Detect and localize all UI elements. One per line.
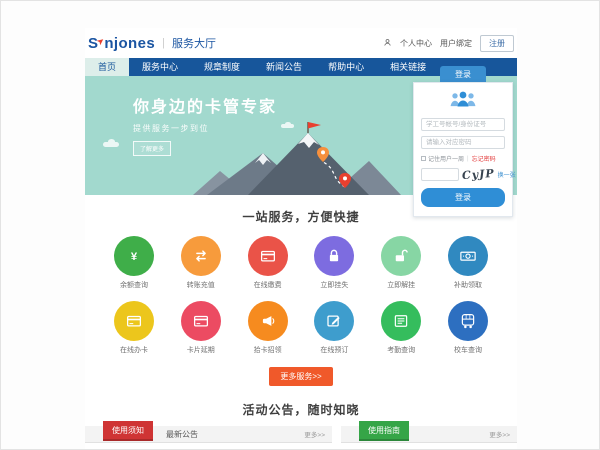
service-label: 在线缴费 [239, 280, 297, 290]
service-label: 拾卡招领 [239, 345, 297, 355]
services-row-1: ¥ 余额查询转账充值在线缴费立即挂失立即解挂补助领取 [85, 236, 517, 290]
services-section: 一站服务，方便快捷 ¥余额查询转账充值在线缴费立即挂失立即解挂补助领取 在线办卡… [85, 195, 517, 386]
site-container: S➤njones | 服务大厅 个人中心 用户绑定 注册 首页服务中心规章制度新… [85, 28, 517, 450]
hero-cta-button[interactable]: 了解更多 [133, 141, 171, 156]
captcha-input[interactable] [421, 168, 459, 181]
service-item[interactable]: 拾卡招领 [239, 301, 297, 355]
hero-banner: 你身边的卡管专家 提供服务一步到位 了解更多 [85, 76, 517, 195]
service-item[interactable]: 考勤查询 [372, 301, 430, 355]
edit-icon [314, 301, 354, 341]
personal-center-link[interactable]: 个人中心 [400, 38, 432, 49]
lock-icon [314, 236, 354, 276]
left-more-link[interactable]: 更多>> [304, 429, 325, 439]
forgot-password-link[interactable]: 忘记密码 [472, 154, 496, 163]
service-item[interactable]: ¥ 余额查询 [105, 236, 163, 290]
service-label: 余额查询 [105, 280, 163, 290]
hero-title: 你身边的卡管专家 [133, 93, 277, 117]
users-icon [421, 90, 505, 113]
hero-text: 你身边的卡管专家 提供服务一步到位 了解更多 [133, 93, 277, 156]
announcement-panel-right: 使用指南 更多>> [341, 426, 517, 443]
card-icon [114, 301, 154, 341]
nav-item-3[interactable]: 新闻公告 [253, 58, 315, 76]
service-label: 在线办卡 [105, 345, 163, 355]
service-label: 立即挂失 [305, 280, 363, 290]
card-icon [248, 236, 288, 276]
cloud-shape [103, 142, 119, 147]
user-binding-link[interactable]: 用户绑定 [440, 38, 472, 49]
svg-text:¥: ¥ [131, 251, 138, 263]
topbar-right: 个人中心 用户绑定 注册 [383, 35, 514, 52]
latest-announcements-tab[interactable]: 最新公告 [166, 429, 198, 440]
list-icon [381, 301, 421, 341]
service-label: 立即解挂 [372, 280, 430, 290]
login-panel: 登录 记住用户一周 | 忘记密码 CyJP 换一张 [413, 66, 513, 217]
left-tabbar: 使用须知 最新公告 更多>> [85, 426, 332, 443]
nav-item-1[interactable]: 服务中心 [129, 58, 191, 76]
bus-icon [448, 301, 488, 341]
register-button[interactable]: 注册 [480, 35, 514, 52]
announcements-section: 活动公告，随时知晓 使用须知 最新公告 更多>> 使用指南 更多>> [85, 386, 517, 450]
remember-checkbox[interactable] [421, 156, 426, 161]
right-tabbar: 使用指南 更多>> [341, 426, 517, 443]
page: S➤njones | 服务大厅 个人中心 用户绑定 注册 首页服务中心规章制度新… [0, 0, 600, 450]
service-item[interactable]: 转账充值 [172, 236, 230, 290]
more-services-button[interactable]: 更多服务>> [269, 367, 332, 386]
username-input[interactable] [421, 118, 505, 131]
logo: S➤njones [88, 35, 155, 52]
login-tab[interactable]: 登录 [440, 66, 486, 82]
nav-item-4[interactable]: 帮助中心 [315, 58, 377, 76]
left-ribbon[interactable]: 使用须知 [103, 421, 153, 441]
captcha-refresh-link[interactable]: 换一张 [498, 170, 516, 179]
right-more-link[interactable]: 更多>> [489, 429, 510, 439]
service-item[interactable]: 在线缴费 [239, 236, 297, 290]
card-icon [181, 301, 221, 341]
service-label: 在线预订 [305, 345, 363, 355]
service-item[interactable]: 在线办卡 [105, 301, 163, 355]
right-ribbon[interactable]: 使用指南 [359, 421, 409, 441]
announcement-panel-left: 使用须知 最新公告 更多>> [85, 426, 332, 443]
captcha-image: CyJP [462, 167, 495, 182]
logo-text-right: njones [104, 35, 155, 52]
service-item[interactable]: 补助领取 [439, 236, 497, 290]
remember-label: 记住用户一周 [428, 154, 464, 163]
captcha-row: CyJP 换一张 [421, 168, 505, 181]
nav-item-0[interactable]: 首页 [85, 58, 129, 76]
service-label: 补助领取 [439, 280, 497, 290]
login-card: 记住用户一周 | 忘记密码 CyJP 换一张 登录 [413, 82, 513, 217]
service-item[interactable]: 立即解挂 [372, 236, 430, 290]
logo-divider: | [162, 37, 165, 49]
service-item[interactable]: 校车查询 [439, 301, 497, 355]
topbar: S➤njones | 服务大厅 个人中心 用户绑定 注册 [85, 28, 517, 58]
nav-item-2[interactable]: 规章制度 [191, 58, 253, 76]
login-button[interactable]: 登录 [421, 188, 505, 207]
site-title: 服务大厅 [172, 35, 216, 51]
service-item[interactable]: 卡片延期 [172, 301, 230, 355]
transfer-icon [181, 236, 221, 276]
announcement-panels: 使用须知 最新公告 更多>> 使用指南 更多>> [85, 426, 517, 450]
banknote-icon [448, 236, 488, 276]
hero-subtitle: 提供服务一步到位 [133, 123, 277, 134]
options-divider: | [467, 156, 469, 162]
password-input[interactable] [421, 136, 505, 149]
service-label: 卡片延期 [172, 345, 230, 355]
megaphone-icon [248, 301, 288, 341]
service-label: 校车查询 [439, 345, 497, 355]
person-icon [383, 38, 392, 49]
login-options: 记住用户一周 | 忘记密码 [421, 154, 505, 163]
service-label: 转账充值 [172, 280, 230, 290]
unlock-icon [381, 236, 421, 276]
announcements-heading: 活动公告，随时知晓 [85, 401, 517, 418]
service-label: 考勤查询 [372, 345, 430, 355]
service-item[interactable]: 在线预订 [305, 301, 363, 355]
services-row-2: 在线办卡卡片延期拾卡招领在线预订考勤查询校车查询 [85, 301, 517, 355]
service-item[interactable]: 立即挂失 [305, 236, 363, 290]
yen-icon: ¥ [114, 236, 154, 276]
